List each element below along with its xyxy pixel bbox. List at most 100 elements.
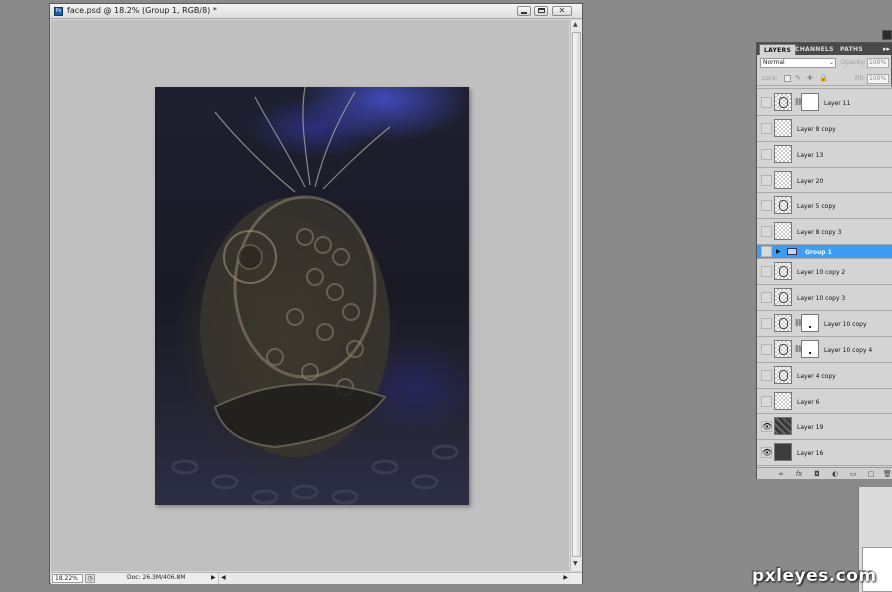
document-titlebar[interactable]: Ps face.psd @ 18.2% (Group 1, RGB/8) * ✕ [50, 4, 582, 19]
layers-list[interactable]: ⛓ Layer 11 Layer 8 copy Layer 13 Layer 2… [757, 87, 892, 467]
layer-thumbnail [774, 443, 792, 461]
layer-row-partial[interactable] [757, 87, 892, 89]
new-layer-icon[interactable]: ▢ [867, 470, 875, 478]
lock-transparency-icon[interactable] [784, 75, 791, 82]
layer-thumbnail [774, 314, 792, 332]
minimize-button[interactable] [517, 6, 531, 16]
layer-thumbnail [774, 417, 792, 435]
layer-row[interactable]: ⛓ Layer 11 [757, 90, 892, 116]
sketch-icon [779, 292, 788, 303]
layers-panel: LAYERS CHANNELS PATHS ▸▸ Normal ⌄ Opacit… [756, 42, 892, 479]
panel-menu-icon[interactable]: ▸▸ [883, 43, 890, 55]
visibility-toggle[interactable] [761, 292, 772, 303]
scroll-left-icon[interactable]: ◀ [221, 574, 226, 581]
visibility-toggle[interactable] [761, 226, 772, 237]
document-window[interactable]: Ps face.psd @ 18.2% (Group 1, RGB/8) * ✕ [49, 3, 583, 584]
link-icon[interactable]: ∞ [777, 470, 785, 478]
vertical-scroll-thumb[interactable] [572, 32, 581, 557]
visibility-toggle[interactable] [761, 149, 772, 160]
layer-thumbnail [774, 366, 792, 384]
mask-icon[interactable]: ◘ [813, 470, 821, 478]
restore-button[interactable] [534, 6, 548, 16]
visibility-toggle[interactable] [761, 123, 772, 134]
layer-thumbnail [774, 392, 792, 410]
visibility-toggle[interactable] [761, 175, 772, 186]
lock-move-icon[interactable]: ✚ [807, 74, 814, 82]
layer-row[interactable]: Layer 10 copy 3 [757, 285, 892, 311]
zoom-field[interactable]: 18.22% [52, 574, 83, 583]
layer-row[interactable]: Layer 10 copy 2 [757, 259, 892, 285]
scroll-right-icon[interactable]: ▶ [563, 574, 568, 581]
lock-brush-icon[interactable]: ✎ [795, 74, 802, 82]
visibility-toggle[interactable] [761, 370, 772, 381]
fill-field[interactable]: 100% [867, 74, 889, 84]
layer-name: Layer 8 copy [797, 126, 836, 133]
visibility-toggle[interactable] [761, 246, 772, 257]
layer-name: Layer 6 [797, 399, 820, 406]
expand-arrow-icon[interactable]: ▶ [776, 248, 781, 255]
opacity-field[interactable]: 100% [867, 58, 889, 68]
lock-row: Lock: ✎ ✚ 🔒 Fill: 100% [757, 72, 892, 86]
layer-row[interactable]: Layer 8 copy [757, 116, 892, 142]
watermark: pxleyes.com [752, 566, 877, 586]
trash-icon[interactable]: 🗑 [883, 470, 892, 478]
status-preview-icon[interactable]: ◷ [85, 574, 95, 583]
visibility-toggle[interactable] [761, 97, 772, 108]
panel-dock-widget[interactable] [882, 30, 892, 40]
eye-icon[interactable]: 👁 [761, 421, 772, 432]
layer-mask-thumbnail[interactable] [801, 93, 819, 111]
minimize-icon [521, 12, 527, 14]
visibility-toggle[interactable] [761, 266, 772, 277]
panel-tabs: LAYERS CHANNELS PATHS ▸▸ [757, 43, 892, 55]
sketch-icon [779, 266, 788, 277]
lock-label: Lock: [762, 75, 778, 82]
tab-channels[interactable]: CHANNELS [791, 44, 838, 55]
layer-row[interactable]: ⛓ Layer 10 copy 4 [757, 337, 892, 363]
layer-row[interactable]: ⛓ Layer 10 copy [757, 311, 892, 337]
layer-thumbnail [774, 119, 792, 137]
blend-mode-select[interactable]: Normal ⌄ [760, 58, 836, 68]
chevron-down-icon: ⌄ [828, 59, 834, 66]
layer-row[interactable]: 👁 Layer 19 [757, 414, 892, 440]
folder-icon [787, 248, 797, 255]
lock-all-icon[interactable]: 🔒 [819, 74, 828, 82]
horizontal-scrollbar[interactable]: ◀ ▶ [218, 573, 570, 584]
eye-icon[interactable]: 👁 [761, 447, 772, 458]
blend-row: Normal ⌄ Opacity: 100% [757, 56, 892, 70]
sketch-icon [779, 200, 788, 211]
scroll-down-icon[interactable]: ▼ [573, 560, 578, 567]
visibility-toggle[interactable] [761, 318, 772, 329]
layer-row[interactable]: Layer 6 [757, 389, 892, 414]
folder-icon[interactable]: ▭ [849, 470, 857, 478]
layer-mask-thumbnail[interactable] [801, 314, 819, 332]
visibility-toggle[interactable] [761, 200, 772, 211]
vertical-scrollbar[interactable]: ▲ ▼ [570, 20, 582, 571]
layer-row[interactable]: Layer 20 [757, 168, 892, 193]
canvas-area[interactable] [51, 20, 569, 571]
close-button[interactable]: ✕ [552, 6, 572, 16]
adjustment-icon[interactable]: ◐ [831, 470, 839, 478]
sketch-icon [779, 344, 788, 355]
layer-thumbnail [774, 288, 792, 306]
tab-paths[interactable]: PATHS [836, 44, 867, 55]
scroll-up-icon[interactable]: ▲ [573, 21, 578, 28]
blend-mode-value: Normal [763, 59, 785, 66]
fx-icon[interactable]: fx [795, 470, 803, 478]
visibility-toggle[interactable] [761, 396, 772, 407]
layer-mask-thumbnail[interactable] [801, 340, 819, 358]
layer-row[interactable]: 👁 Layer 16 [757, 440, 892, 466]
layer-name: Layer 10 copy 3 [797, 295, 846, 302]
layer-thumbnail [774, 93, 792, 111]
layers-panel-footer: ∞ fx ◘ ◐ ▭ ▢ 🗑 [757, 467, 892, 479]
sketch-icon [779, 370, 788, 381]
layer-name: Layer 10 copy 2 [797, 269, 846, 276]
visibility-toggle[interactable] [761, 344, 772, 355]
layer-row[interactable]: Layer 8 copy 3 [757, 219, 892, 245]
layer-row[interactable]: Layer 5 copy [757, 193, 892, 219]
layer-row[interactable]: Layer 4 copy [757, 363, 892, 389]
layer-group-row[interactable]: ▶ Group 1 [757, 245, 892, 259]
layer-row[interactable]: Layer 13 [757, 142, 892, 168]
layer-thumbnail [774, 171, 792, 189]
layer-name: Layer 10 copy [824, 321, 867, 328]
status-menu-arrow-icon[interactable]: ▶ [211, 574, 216, 581]
